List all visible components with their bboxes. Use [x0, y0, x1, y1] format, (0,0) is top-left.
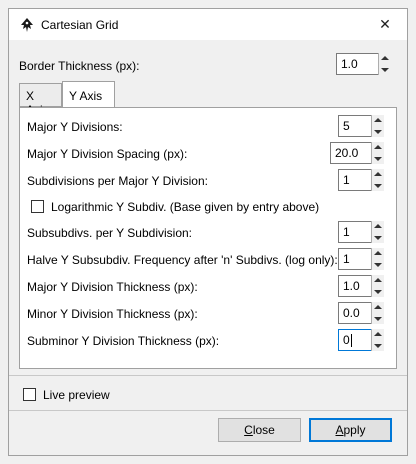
spin-down-icon[interactable] [374, 157, 382, 161]
title-bar: Cartesian Grid ✕ [9, 9, 407, 40]
tab-x-axis[interactable]: X Axis [19, 83, 62, 117]
spin-down-icon[interactable] [374, 130, 382, 134]
spin-down-icon[interactable] [381, 68, 389, 72]
spin-down-icon[interactable] [374, 236, 382, 240]
y-axis-panel: Major Y Divisions: 5 Major Y Division Sp… [19, 107, 397, 369]
dialog-window: Cartesian Grid ✕ Border Thickness (px): … [8, 8, 408, 456]
window-title: Cartesian Grid [41, 18, 119, 32]
subdivisions-value[interactable]: 1 [343, 173, 350, 187]
live-preview-checkbox[interactable] [23, 388, 36, 401]
spin-arrows[interactable] [371, 221, 384, 243]
subdivisions-spinbox[interactable]: 1 [338, 169, 384, 191]
spin-up-icon[interactable] [374, 145, 382, 149]
text-caret [351, 334, 352, 347]
spin-up-icon[interactable] [374, 278, 382, 282]
spin-down-icon[interactable] [374, 344, 382, 348]
subsubdivs-value[interactable]: 1 [343, 225, 350, 239]
subdivisions-label: Subdivisions per Major Y Division: [27, 174, 208, 188]
major-thickness-label: Major Y Division Thickness (px): [27, 280, 198, 294]
apply-label-rest: pply [343, 423, 366, 437]
close-mnemonic: C [244, 423, 253, 437]
halve-frequency-spinbox[interactable]: 1 [338, 248, 384, 270]
major-y-divisions-label: Major Y Divisions: [27, 120, 123, 134]
spin-arrows[interactable] [371, 248, 384, 270]
subsubdivs-label: Subsubdivs. per Y Subdivision: [27, 226, 192, 240]
major-y-spacing-spinbox[interactable]: 20.0 [330, 142, 384, 164]
divider-top [9, 375, 407, 376]
tab-y-axis[interactable]: Y Axis [62, 81, 115, 107]
spin-up-icon[interactable] [374, 172, 382, 176]
logarithmic-checkbox[interactable] [31, 200, 44, 213]
subminor-thickness-value[interactable]: 0 [343, 333, 350, 347]
minor-thickness-spinbox[interactable]: 0.0 [338, 302, 384, 324]
major-y-spacing-label: Major Y Division Spacing (px): [27, 147, 188, 161]
major-y-divisions-value[interactable]: 5 [343, 119, 350, 133]
spin-arrows[interactable] [371, 169, 384, 191]
subsubdivs-spinbox[interactable]: 1 [338, 221, 384, 243]
close-label-rest: lose [252, 423, 275, 437]
spin-down-icon[interactable] [374, 184, 382, 188]
halve-frequency-label: Halve Y Subsubdiv. Frequency after 'n' S… [27, 253, 338, 267]
spin-arrows[interactable] [371, 142, 384, 164]
spin-down-icon[interactable] [374, 263, 382, 267]
subminor-thickness-spinbox[interactable]: 0 [338, 329, 384, 351]
minor-thickness-value[interactable]: 0.0 [343, 306, 360, 320]
minor-thickness-label: Minor Y Division Thickness (px): [27, 307, 198, 321]
border-thickness-spinbox[interactable]: 1.0 [336, 53, 391, 75]
major-y-divisions-spinbox[interactable]: 5 [338, 115, 384, 137]
spin-arrows[interactable] [378, 53, 391, 75]
divider-bottom [9, 410, 407, 411]
spin-arrows[interactable] [371, 329, 384, 351]
inkscape-icon [21, 18, 33, 32]
major-thickness-value[interactable]: 1.0 [343, 279, 360, 293]
spin-up-icon[interactable] [374, 251, 382, 255]
spin-arrows[interactable] [371, 302, 384, 324]
border-thickness-value[interactable]: 1.0 [341, 57, 358, 71]
apply-mnemonic: A [335, 423, 344, 437]
close-icon[interactable]: ✕ [363, 9, 407, 40]
halve-frequency-value[interactable]: 1 [343, 252, 350, 266]
apply-button[interactable]: Apply [309, 418, 392, 442]
logarithmic-label[interactable]: Logarithmic Y Subdiv. (Base given by ent… [51, 200, 319, 214]
spin-down-icon[interactable] [374, 290, 382, 294]
spin-up-icon[interactable] [374, 332, 382, 336]
spin-up-icon[interactable] [381, 56, 389, 60]
spin-up-icon[interactable] [374, 305, 382, 309]
major-y-spacing-value[interactable]: 20.0 [335, 146, 358, 160]
spin-up-icon[interactable] [374, 224, 382, 228]
spin-up-icon[interactable] [374, 118, 382, 122]
close-button[interactable]: Close [218, 418, 301, 442]
spin-arrows[interactable] [371, 275, 384, 297]
subminor-thickness-label: Subminor Y Division Thickness (px): [27, 334, 220, 348]
live-preview-label[interactable]: Live preview [43, 388, 110, 402]
spin-down-icon[interactable] [374, 317, 382, 321]
spin-arrows[interactable] [371, 115, 384, 137]
major-thickness-spinbox[interactable]: 1.0 [338, 275, 384, 297]
border-thickness-label: Border Thickness (px): [19, 59, 140, 73]
